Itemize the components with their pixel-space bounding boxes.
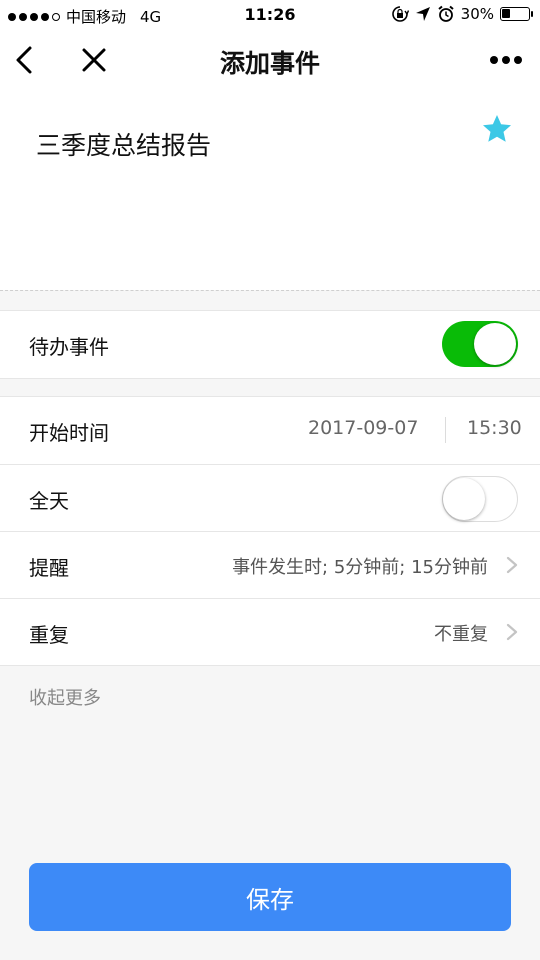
location-arrow-icon [415, 7, 430, 21]
all-day-toggle[interactable] [442, 476, 518, 522]
event-title-area[interactable]: 三季度总结报告 [0, 90, 540, 290]
start-time-row[interactable]: 开始时间 2017-09-07 15:30 [0, 397, 540, 464]
battery-icon [500, 7, 533, 21]
todo-row: 待办事件 [0, 311, 540, 378]
collapse-more-link[interactable]: 收起更多 [29, 684, 101, 710]
more-button[interactable] [486, 44, 526, 76]
star-icon [483, 115, 511, 142]
all-day-row: 全天 [0, 464, 540, 531]
repeat-label: 重复 [29, 623, 69, 647]
battery-level-fill [502, 9, 510, 18]
event-title-input[interactable]: 三季度总结报告 [36, 126, 211, 162]
todo-toggle-knob [474, 323, 516, 365]
todo-toggle[interactable] [442, 321, 518, 367]
status-bar: 中国移动 4G 11:26 30% [0, 0, 540, 30]
dashed-divider [0, 290, 540, 291]
save-button[interactable]: 保存 [29, 863, 511, 931]
battery-percent: 30% [460, 5, 494, 23]
details-section: 开始时间 2017-09-07 15:30 全天 提醒 事件发生时; 5分钟前;… [0, 396, 540, 666]
start-time-value[interactable]: 15:30 [467, 417, 522, 439]
all-day-label: 全天 [29, 489, 69, 513]
all-day-toggle-knob [443, 478, 485, 520]
todo-section: 待办事件 [0, 310, 540, 379]
nav-bar: 添加事件 [0, 30, 540, 90]
more-dots-icon [490, 56, 522, 64]
reminder-label: 提醒 [29, 556, 69, 580]
reminder-value: 事件发生时; 5分钟前; 15分钟前 [232, 557, 488, 578]
start-date-value[interactable]: 2017-09-07 [308, 417, 418, 439]
alarm-icon [438, 5, 454, 22]
date-time-separator [445, 417, 446, 443]
page-title: 添加事件 [219, 49, 320, 78]
start-time-label: 开始时间 [29, 421, 109, 445]
repeat-value: 不重复 [434, 624, 488, 645]
reminder-row[interactable]: 提醒 事件发生时; 5分钟前; 15分钟前 [0, 531, 540, 598]
chevron-right-icon [506, 623, 518, 641]
chevron-right-icon [506, 556, 518, 574]
rotation-lock-icon [391, 6, 409, 22]
repeat-row[interactable]: 重复 不重复 [0, 598, 540, 665]
todo-label: 待办事件 [29, 335, 109, 359]
status-right: 30% [391, 5, 533, 23]
star-button[interactable] [481, 113, 513, 145]
